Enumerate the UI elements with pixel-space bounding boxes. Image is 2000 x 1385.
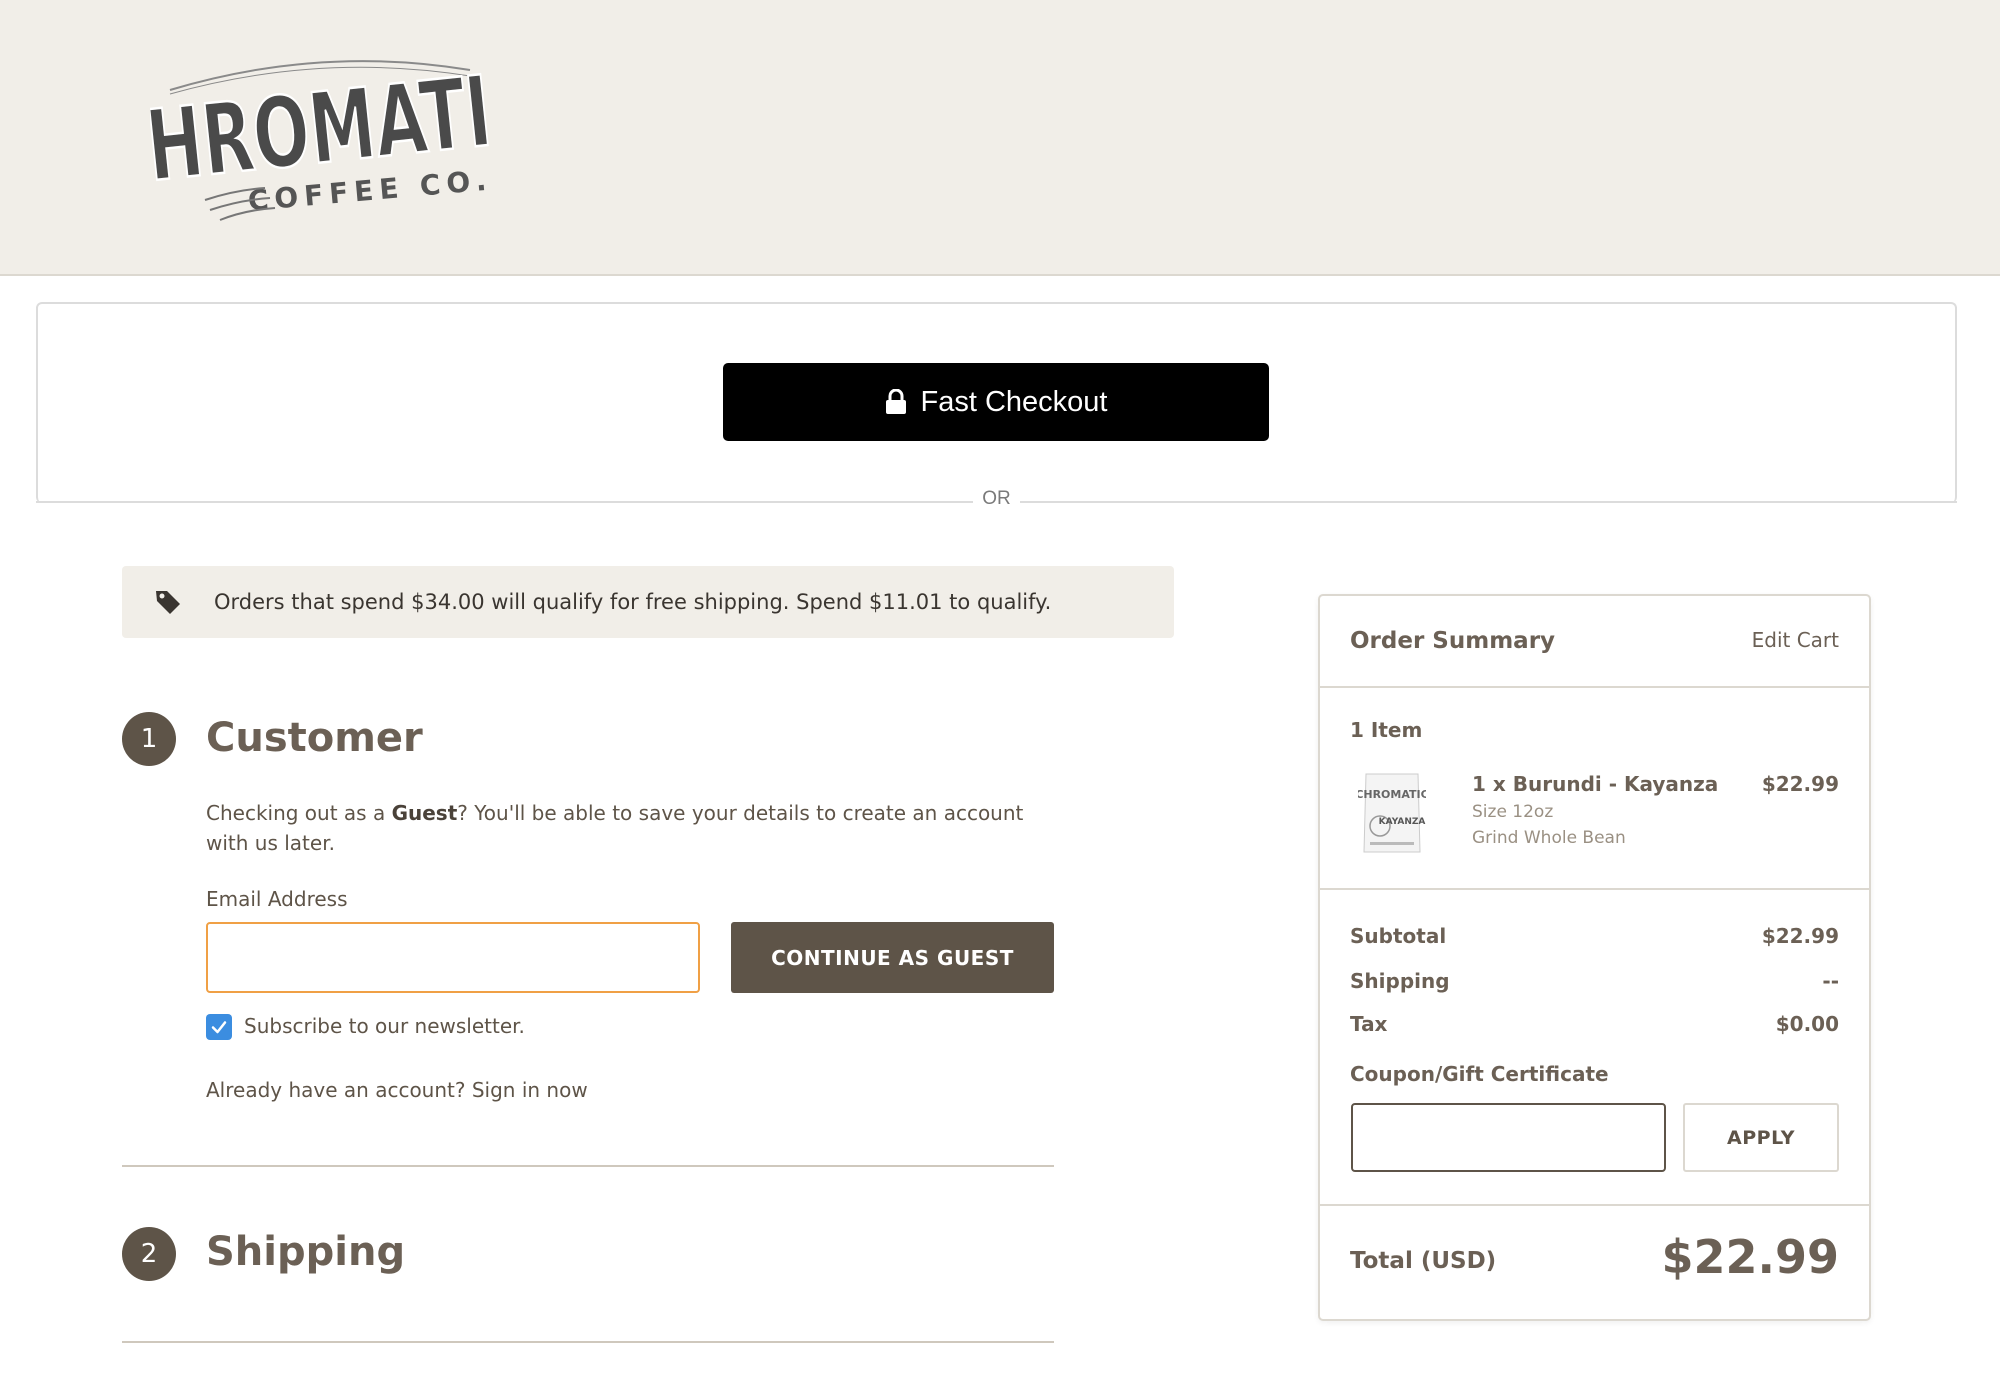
tax-value: $0.00 (1775, 1012, 1839, 1036)
sign-in-link[interactable]: Sign in now (472, 1078, 588, 1102)
signin-prompt: Already have an account? Sign in now (206, 1078, 588, 1102)
tag-icon (156, 591, 180, 614)
section-divider (122, 1165, 1054, 1167)
or-separator: OR (982, 488, 1011, 509)
coupon-field[interactable] (1351, 1103, 1666, 1172)
email-field[interactable] (206, 922, 700, 993)
divider (1320, 1204, 1869, 1206)
cart-item-option: Size 12oz (1472, 802, 1554, 822)
newsletter-checkbox[interactable] (206, 1014, 232, 1040)
guest-emphasis: Guest (391, 801, 458, 825)
subtotal-label: Subtotal (1350, 924, 1447, 948)
svg-text:CHROMATIC: CHROMATIC (1358, 788, 1426, 801)
guest-description: Checking out as a Guest? You'll be able … (206, 801, 1024, 855)
free-shipping-banner: Orders that spend $34.00 will qualify fo… (122, 566, 1174, 638)
newsletter-label[interactable]: Subscribe to our newsletter. (244, 1014, 525, 1038)
shipping-label: Shipping (1350, 969, 1450, 993)
total-value: $22.99 (1661, 1230, 1839, 1284)
edit-cart-link[interactable]: Edit Cart (1752, 628, 1839, 652)
shipping-heading[interactable]: Shipping (206, 1229, 405, 1275)
cart-item-option: Grind Whole Bean (1472, 828, 1626, 848)
item-count: 1 Item (1350, 718, 1423, 742)
apply-coupon-button[interactable]: APPLY (1683, 1103, 1839, 1172)
email-label: Email Address (206, 887, 348, 911)
step-number-customer: 1 (122, 712, 176, 766)
divider (36, 501, 973, 503)
subtotal-value: $22.99 (1761, 924, 1839, 948)
free-shipping-text: Orders that spend $34.00 will qualify fo… (214, 590, 1052, 614)
order-summary-panel: Order Summary Edit Cart 1 Item CHROMATIC… (1318, 594, 1871, 1321)
order-summary-title: Order Summary (1350, 628, 1556, 654)
product-thumbnail: CHROMATIC KAYANZA (1358, 773, 1426, 853)
total-label: Total (USD) (1350, 1248, 1497, 1274)
cart-item-name: 1 x Burundi - Kayanza (1472, 772, 1719, 796)
coupon-label: Coupon/Gift Certificate (1350, 1062, 1609, 1086)
fast-checkout-button[interactable]: Fast Checkout (723, 363, 1269, 441)
checkmark-icon (211, 1021, 227, 1034)
divider (1320, 888, 1869, 890)
divider (1020, 501, 1957, 503)
customer-heading: Customer (206, 715, 423, 761)
tax-label: Tax (1350, 1012, 1388, 1036)
lock-icon (885, 389, 906, 414)
section-divider (122, 1341, 1054, 1343)
shipping-value: -- (1822, 969, 1839, 993)
svg-text:KAYANZA: KAYANZA (1379, 817, 1426, 827)
divider (1320, 686, 1869, 688)
fast-checkout-label: Fast Checkout (920, 385, 1108, 418)
site-header: CHROMATIC COFFEE CO. (0, 0, 2000, 276)
chromatic-coffee-logo[interactable]: CHROMATIC COFFEE CO. (150, 50, 490, 225)
cart-item-price: $22.99 (1761, 772, 1839, 796)
step-number-shipping: 2 (122, 1227, 176, 1281)
continue-as-guest-button[interactable]: CONTINUE AS GUEST (731, 922, 1054, 993)
